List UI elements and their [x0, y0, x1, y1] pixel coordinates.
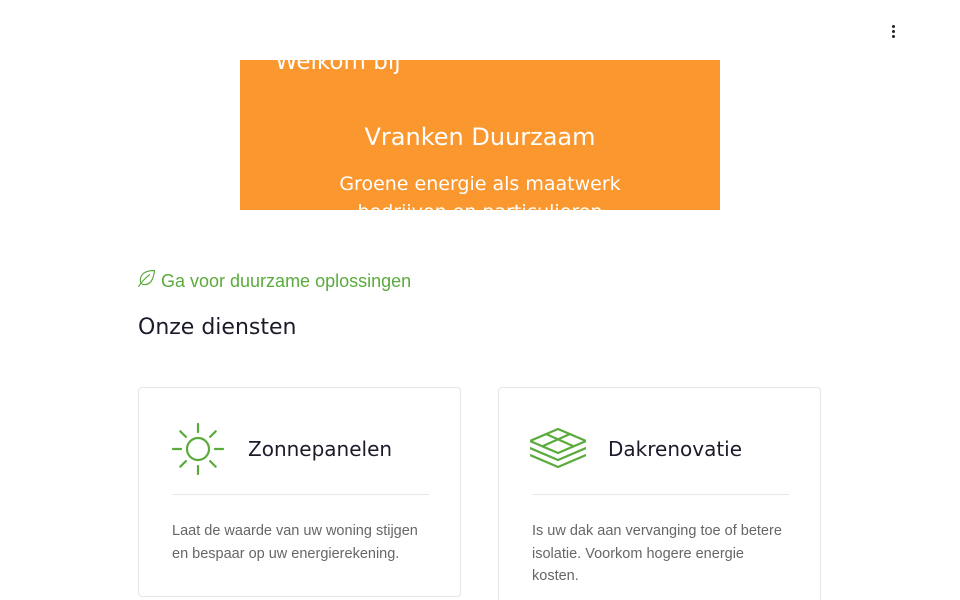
tagline-text: Ga voor duurzame oplossingen — [161, 271, 412, 291]
card-description: Laat de waarde van uw woning stijgen en … — [172, 523, 418, 562]
layers-icon — [530, 427, 586, 469]
leaf-icon — [138, 269, 156, 287]
card-divider — [172, 494, 429, 495]
card-title: Dakrenovatie — [608, 437, 743, 461]
section-title: Onze diensten — [138, 315, 297, 340]
hero-title: Vranken Duurzaam — [364, 123, 596, 151]
page: Welkom bij Vranken Duurzaam Groene energ… — [0, 0, 960, 600]
menu-dot — [891, 29, 895, 33]
card-description: Is uw dak aan vervanging toe of betere i… — [532, 523, 782, 584]
card-divider — [532, 494, 789, 495]
section-tagline: Ga voor duurzame oplossingen — [137, 268, 411, 294]
hero-subtitle: Groene energie als maatwerk — [339, 173, 621, 195]
menu-dot — [891, 24, 895, 28]
service-card-zonnepanelen[interactable]: Zonnepanelen Laat de waarde van uw wonin… — [138, 387, 461, 597]
sun-icon — [171, 422, 225, 476]
hero-banner: Welkom bij Vranken Duurzaam Groene energ… — [240, 60, 720, 210]
kebab-menu-icon[interactable] — [884, 20, 902, 42]
hero-subtitle-line2: bedrijven en particulieren — [240, 199, 720, 210]
menu-dot — [891, 34, 895, 38]
hero-welcome: Welkom bij — [275, 60, 401, 75]
card-title: Zonnepanelen — [248, 437, 393, 461]
service-card-dakrenovatie[interactable]: Dakrenovatie Is uw dak aan vervanging to… — [498, 387, 821, 600]
